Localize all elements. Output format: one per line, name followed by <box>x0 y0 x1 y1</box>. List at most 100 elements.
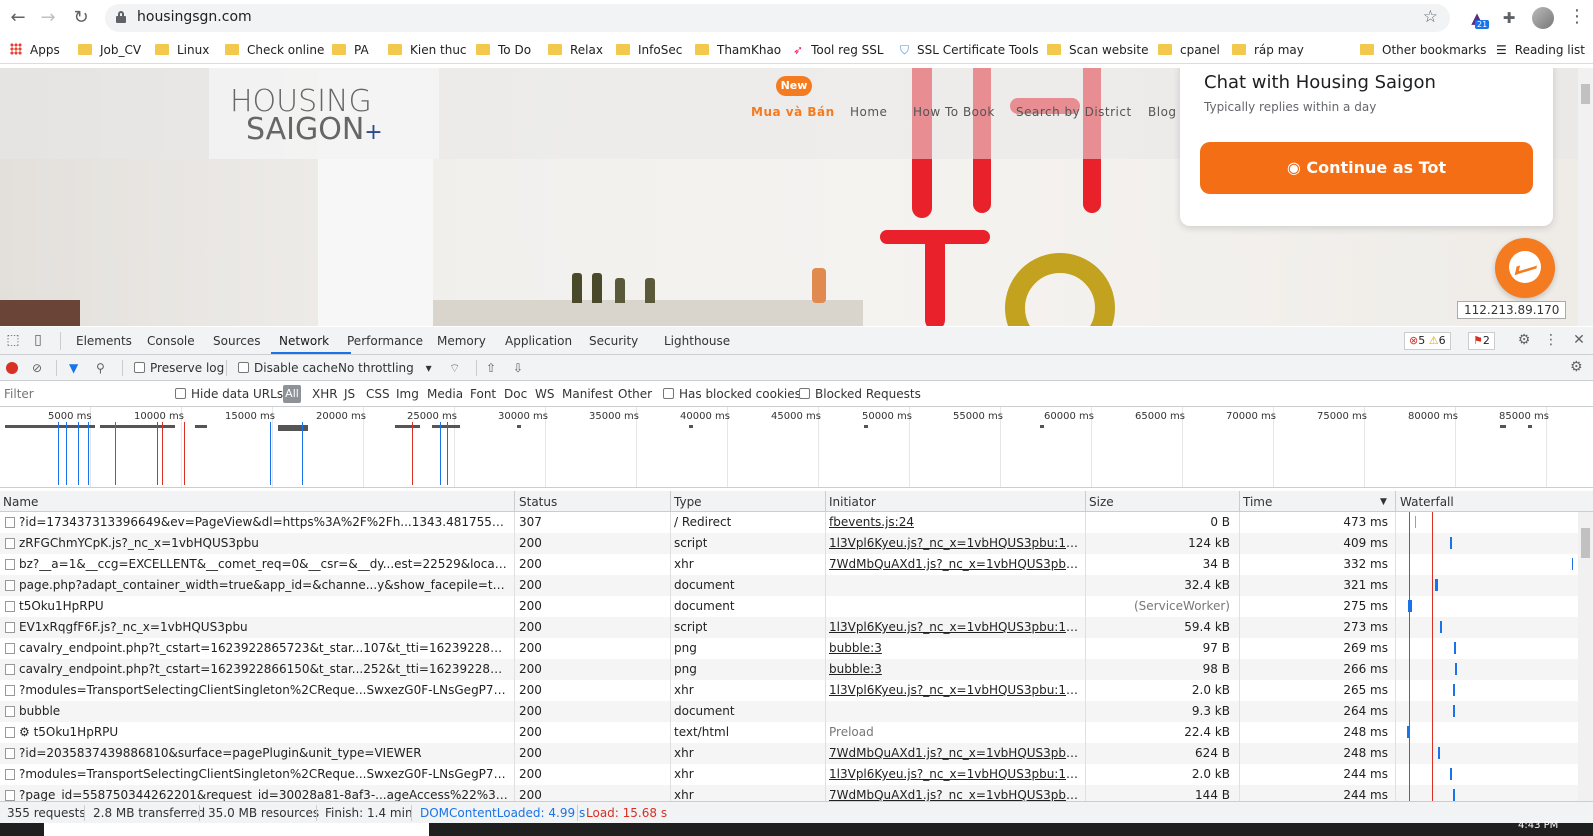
column-divider[interactable] <box>1239 491 1240 512</box>
table-row[interactable]: bubble 200 document 9.3 kB 264 ms <box>0 701 1578 722</box>
browser-menu-icon[interactable]: ⋮ <box>1568 6 1586 27</box>
table-scrollbar-thumb[interactable] <box>1581 528 1590 558</box>
col-initiator-header[interactable]: Initiator <box>829 495 876 509</box>
request-name[interactable]: ?modules=TransportSelectingClientSinglet… <box>19 767 509 781</box>
record-icon[interactable] <box>6 362 18 374</box>
table-row[interactable]: bz?__a=1&__ccg=EXCELLENT&__comet_req=0&_… <box>0 554 1578 575</box>
checkbox-icon[interactable] <box>238 362 249 373</box>
import-har-icon[interactable]: ⇧ <box>486 361 496 375</box>
request-initiator[interactable]: 7WdMbQuAXd1.js?_nc_x=1vbHQUS3pbu:7 <box>829 557 1079 571</box>
request-initiator[interactable]: 1l3Vpl6Kyeu.js?_nc_x=1vbHQUS3pbu:165 <box>829 620 1079 634</box>
column-divider[interactable] <box>514 491 515 512</box>
table-row[interactable]: cavalry_endpoint.php?t_cstart=1623922866… <box>0 659 1578 680</box>
bookmark-item[interactable]: Kien thuc <box>388 41 467 59</box>
filter-js[interactable]: JS <box>344 387 355 401</box>
filter-css[interactable]: CSS <box>366 387 390 401</box>
col-size-header[interactable]: Size <box>1089 495 1114 509</box>
bookmark-item[interactable]: InfoSec <box>616 41 682 59</box>
bookmark-item[interactable]: Relax <box>548 41 603 59</box>
request-name[interactable]: ?page_id=558750344262201&request_id=3002… <box>19 788 509 801</box>
bookmark-item[interactable]: ⛉ SSL Certificate Tools <box>900 41 1038 59</box>
table-scrollbar[interactable] <box>1578 512 1593 801</box>
nav-home[interactable]: Home <box>850 105 887 119</box>
col-waterfall-header[interactable]: Waterfall <box>1400 495 1454 509</box>
waterfall-bar[interactable] <box>1453 789 1455 801</box>
filter-doc[interactable]: Doc <box>504 387 527 401</box>
bookmark-item[interactable]: ThamKhao <box>695 41 781 59</box>
col-name-header[interactable]: Name <box>3 495 38 509</box>
lock-icon[interactable] <box>116 11 126 23</box>
bookmark-item[interactable]: To Do <box>476 41 531 59</box>
request-initiator[interactable]: bubble:3 <box>829 641 1079 655</box>
filter-all[interactable]: All <box>283 385 301 403</box>
waterfall-bar[interactable] <box>1453 705 1455 717</box>
network-settings-icon[interactable]: ⚙ <box>1570 359 1583 375</box>
extensions-puzzle-icon[interactable]: ✚ <box>1499 8 1519 28</box>
site-logo-line2[interactable]: SAIGON+ <box>246 112 383 147</box>
table-row[interactable]: ?id=173437313396649&ev=PageView&dl=https… <box>0 512 1578 533</box>
page-scrollbar-thumb[interactable] <box>1581 84 1590 104</box>
hide-data-urls-checkbox[interactable]: Hide data URLs <box>175 387 283 401</box>
tab-sources[interactable]: Sources <box>213 334 260 348</box>
issues-counter[interactable]: ⚑2 <box>1468 332 1495 350</box>
request-initiator[interactable]: 1l3Vpl6Kyeu.js?_nc_x=1vbHQUS3pbu:193 <box>829 767 1079 781</box>
table-row[interactable]: ?modules=TransportSelectingClientSinglet… <box>0 764 1578 785</box>
bookmark-item[interactable]: PA <box>332 41 369 59</box>
request-name[interactable]: bubble <box>19 704 509 718</box>
tab-application[interactable]: Application <box>505 334 572 348</box>
filter-input[interactable] <box>0 385 165 403</box>
page-scrollbar[interactable] <box>1578 68 1593 326</box>
waterfall-bar[interactable] <box>1415 516 1416 528</box>
nav-search-by-district[interactable]: Search by District <box>1016 105 1132 119</box>
request-name[interactable]: EV1xRqgfF6F.js?_nc_x=1vbHQUS3pbu <box>19 620 509 634</box>
blocked-requests-checkbox[interactable]: Blocked Requests <box>799 387 921 401</box>
waterfall-bar[interactable] <box>1454 642 1456 654</box>
request-name[interactable]: cavalry_endpoint.php?t_cstart=1623922866… <box>19 662 509 676</box>
request-name[interactable]: zRFGChmYCpK.js?_nc_x=1vbHQUS3pbu <box>19 536 509 550</box>
filter-img[interactable]: Img <box>396 387 419 401</box>
network-overview[interactable]: 5000 ms 10000 ms 15000 ms 20000 ms 25000… <box>0 407 1593 488</box>
filter-funnel-icon[interactable]: ▼ <box>69 361 78 375</box>
nav-mua-va-ban[interactable]: Mua và Bán <box>751 105 835 119</box>
request-initiator[interactable]: 7WdMbQuAXd1.js?_nc_x=1vbHQUS3pbu:24 <box>829 746 1079 760</box>
bookmark-item[interactable]: Scan website <box>1047 41 1148 59</box>
tab-security[interactable]: Security <box>589 334 638 348</box>
bookmark-item[interactable]: Job_CV <box>78 41 141 59</box>
bookmark-star-icon[interactable]: ☆ <box>1423 7 1438 27</box>
waterfall-bar[interactable] <box>1572 558 1573 570</box>
waterfall-bar[interactable] <box>1435 579 1438 591</box>
col-status-header[interactable]: Status <box>519 495 557 509</box>
sort-desc-icon[interactable]: ▼ <box>1380 497 1387 507</box>
tab-console[interactable]: Console <box>147 334 195 348</box>
reload-icon[interactable]: ↻ <box>69 6 93 30</box>
bookmark-item[interactable]: ráp may <box>1232 41 1304 59</box>
device-toolbar-icon[interactable]: ▯ <box>29 332 47 348</box>
table-row[interactable]: page.php?adapt_container_width=true&app_… <box>0 575 1578 596</box>
network-conditions-icon[interactable]: ⌔ <box>449 361 460 376</box>
checkbox-icon[interactable] <box>175 388 186 399</box>
column-divider[interactable] <box>670 491 671 512</box>
nav-blog[interactable]: Blog <box>1148 105 1177 119</box>
clear-icon[interactable]: ⊘ <box>32 361 42 375</box>
tab-network[interactable]: Network <box>279 334 329 348</box>
waterfall-bar[interactable] <box>1440 621 1442 633</box>
column-divider[interactable] <box>825 491 826 512</box>
tab-lighthouse[interactable]: Lighthouse <box>664 334 730 348</box>
back-icon[interactable]: ← <box>6 6 30 30</box>
request-name[interactable]: page.php?adapt_container_width=true&app_… <box>19 578 509 592</box>
nav-how-to-book[interactable]: How To Book <box>913 105 995 119</box>
bookmark-other[interactable]: Other bookmarks <box>1360 41 1486 59</box>
taskbar-search-box[interactable] <box>44 823 429 836</box>
bookmark-item[interactable]: cpanel <box>1158 41 1220 59</box>
filter-other[interactable]: Other <box>618 387 652 401</box>
profile-avatar[interactable] <box>1532 7 1554 29</box>
bookmark-item[interactable]: Linux <box>155 41 209 59</box>
table-row[interactable]: ?modules=TransportSelectingClientSinglet… <box>0 680 1578 701</box>
request-name[interactable]: bz?__a=1&__ccg=EXCELLENT&__comet_req=0&_… <box>19 557 509 571</box>
url-text[interactable]: housingsgn.com <box>137 9 252 25</box>
inspect-element-icon[interactable]: ⬚ <box>4 332 22 348</box>
messenger-launcher-button[interactable] <box>1495 238 1555 298</box>
address-bar[interactable]: housingsgn.com ☆ <box>105 4 1450 32</box>
checkbox-icon[interactable] <box>134 362 145 373</box>
request-name[interactable]: ?modules=TransportSelectingClientSinglet… <box>19 683 509 697</box>
